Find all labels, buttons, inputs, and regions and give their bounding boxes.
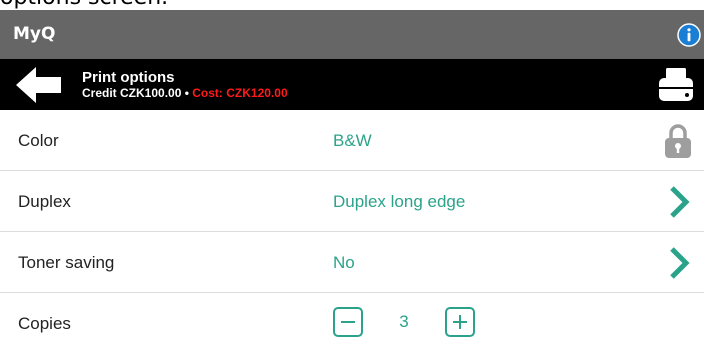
cost-text: Cost: CZK120.00 (192, 86, 288, 100)
increment-button[interactable] (445, 307, 475, 337)
separator-dot: • (181, 86, 193, 100)
option-row-toner-saving[interactable]: Toner saving No (0, 232, 704, 293)
back-arrow-icon[interactable] (16, 67, 61, 103)
option-row-copies: Copies 3 (0, 293, 704, 354)
top-bar: MyQ (0, 10, 704, 59)
option-label: Color (18, 131, 59, 150)
header-subtitle: Credit CZK100.00 • Cost: CZK120.00 (82, 87, 288, 100)
option-value: Duplex long edge (333, 192, 466, 211)
credit-text: Credit CZK100.00 (82, 86, 182, 100)
chevron-right-icon[interactable] (668, 185, 690, 219)
header-title: Print options (82, 69, 175, 86)
print-options-header: Print options Credit CZK100.00 • Cost: C… (0, 59, 704, 110)
info-icon[interactable] (677, 23, 701, 47)
option-label: Duplex (18, 192, 71, 211)
screen-caption: options screen. (0, 0, 168, 10)
option-row-color[interactable]: Color B&W (0, 110, 704, 171)
decrement-button[interactable] (333, 307, 363, 337)
copies-value: 3 (399, 312, 409, 331)
option-value: B&W (333, 131, 372, 150)
option-label: Toner saving (18, 253, 115, 272)
lock-icon (665, 124, 691, 158)
printer-icon[interactable] (656, 65, 696, 105)
option-value: No (333, 253, 355, 272)
app-title: MyQ (13, 24, 56, 44)
option-label: Copies (18, 314, 71, 333)
option-row-duplex[interactable]: Duplex Duplex long edge (0, 171, 704, 232)
chevron-right-icon[interactable] (668, 246, 690, 280)
